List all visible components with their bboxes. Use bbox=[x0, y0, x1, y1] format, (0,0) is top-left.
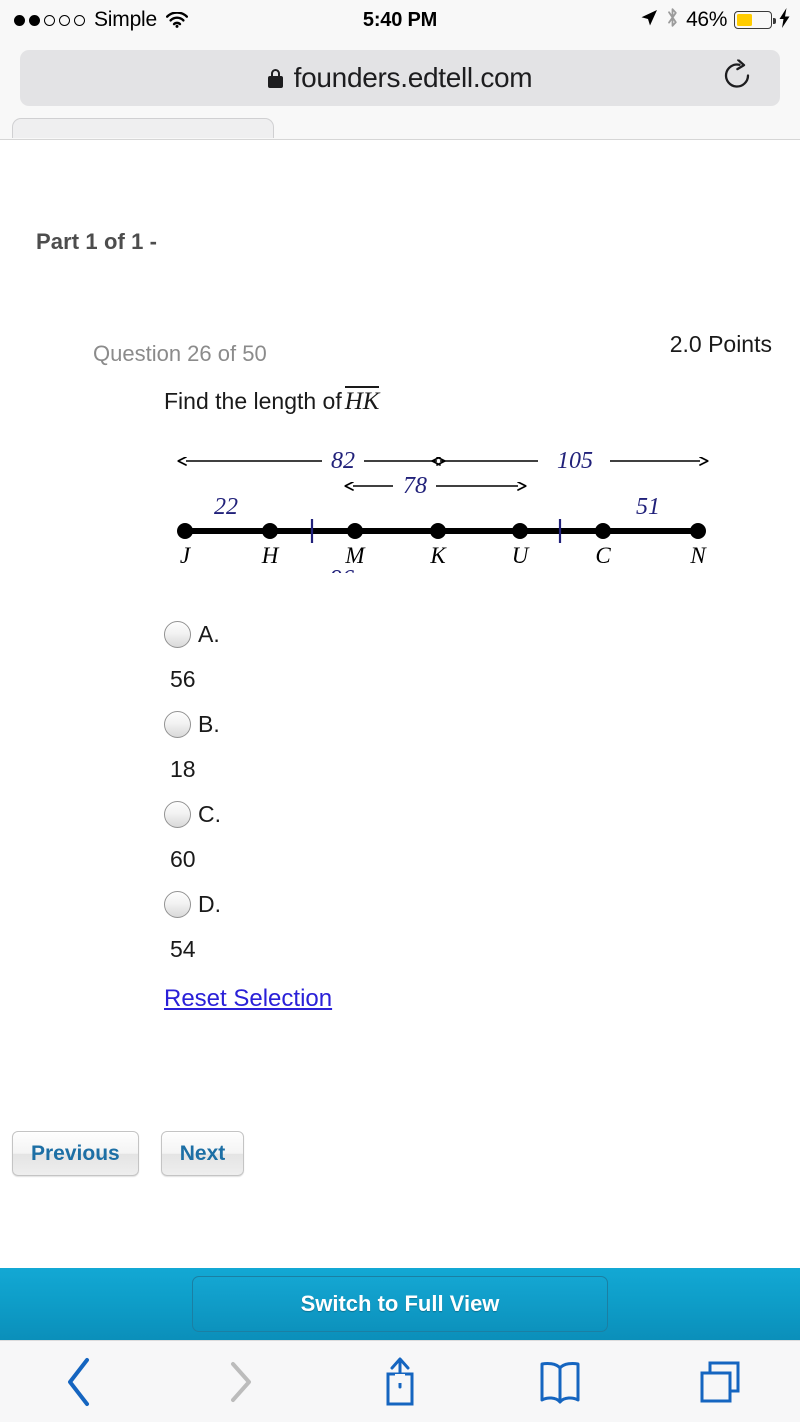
points-label: 2.0 Points bbox=[669, 331, 772, 357]
tab-strip bbox=[0, 118, 800, 140]
radio-option-a[interactable] bbox=[164, 620, 191, 648]
option-b-value: 18 bbox=[170, 756, 196, 782]
status-bar-right: 46% bbox=[639, 7, 790, 33]
lock-icon bbox=[267, 68, 283, 88]
option-b[interactable]: B. 18 bbox=[164, 703, 724, 793]
full-view-bar: Switch to Full View bbox=[0, 1268, 800, 1340]
option-b-letter: B. bbox=[198, 710, 220, 737]
url-bar[interactable]: founders.edtell.com bbox=[20, 50, 780, 106]
radio-option-c[interactable] bbox=[164, 800, 191, 828]
measure-label-105: 105 bbox=[557, 448, 593, 474]
previous-button[interactable]: Previous bbox=[12, 1131, 139, 1176]
share-icon bbox=[386, 1357, 414, 1405]
page-content: Part 1 of 1 - Question 26 of 50 2.0 Poin… bbox=[0, 141, 800, 1282]
bookmarks-button[interactable] bbox=[480, 1341, 640, 1422]
battery-percent: 46% bbox=[686, 8, 727, 31]
svg-text:M: M bbox=[344, 543, 366, 568]
location-arrow-icon bbox=[639, 8, 659, 33]
url-text: founders.edtell.com bbox=[293, 62, 533, 93]
bluetooth-icon bbox=[666, 7, 679, 33]
forward-button[interactable] bbox=[160, 1341, 320, 1422]
share-button[interactable] bbox=[320, 1341, 480, 1422]
browser-toolbar bbox=[0, 1340, 800, 1422]
battery-icon bbox=[734, 11, 776, 29]
switch-to-full-view-button[interactable]: Switch to Full View bbox=[192, 1276, 608, 1332]
measure-label-96: 96 bbox=[330, 566, 354, 573]
question-navigation: Previous Next bbox=[12, 1131, 245, 1176]
next-button[interactable]: Next bbox=[160, 1131, 245, 1176]
url-display[interactable]: founders.edtell.com bbox=[267, 62, 533, 94]
svg-text:U: U bbox=[512, 543, 530, 568]
question-prompt: Find the length of HK bbox=[164, 386, 380, 415]
svg-text:J: J bbox=[180, 543, 192, 568]
svg-text:K: K bbox=[429, 543, 447, 568]
part-label: Part 1 of 1 - bbox=[36, 229, 158, 254]
phone-screen: Simple 5:40 PM 46% founders.edtell.com P… bbox=[0, 0, 800, 1422]
option-a-letter: A. bbox=[198, 620, 220, 647]
browser-tab[interactable] bbox=[12, 118, 274, 138]
back-button[interactable] bbox=[0, 1341, 160, 1422]
lightning-bolt-icon bbox=[779, 7, 790, 33]
reset-selection-link[interactable]: Reset Selection bbox=[164, 985, 332, 1013]
point-labels: J H M K U C N bbox=[180, 543, 707, 568]
radio-option-d[interactable] bbox=[164, 890, 191, 918]
measure-label-78: 78 bbox=[403, 473, 427, 499]
svg-text:H: H bbox=[261, 543, 280, 568]
status-bar: Simple 5:40 PM 46% bbox=[0, 0, 800, 40]
question-number: Question 26 of 50 bbox=[93, 341, 267, 366]
option-d-value: 54 bbox=[170, 936, 196, 962]
radio-option-b[interactable] bbox=[164, 710, 191, 738]
segment-label-22: 22 bbox=[214, 494, 238, 520]
option-a-value: 56 bbox=[170, 666, 196, 692]
number-line-diagram: 82 105 78 22 51 J H M K U C N bbox=[0, 438, 800, 573]
option-d[interactable]: D. 54 bbox=[164, 883, 724, 973]
option-c[interactable]: C. 60 bbox=[164, 793, 724, 883]
reload-icon[interactable] bbox=[722, 58, 752, 97]
svg-text:C: C bbox=[595, 543, 611, 568]
option-c-value: 60 bbox=[170, 846, 196, 872]
option-c-letter: C. bbox=[198, 800, 221, 827]
number-line-svg: 82 105 78 22 51 J H M K U C N bbox=[177, 448, 800, 573]
option-d-letter: D. bbox=[198, 890, 221, 917]
option-a[interactable]: A. 56 bbox=[164, 613, 724, 703]
browser-url-bar-area: founders.edtell.com bbox=[0, 40, 800, 118]
book-icon bbox=[540, 1361, 580, 1403]
question-prompt-text: Find the length of bbox=[164, 388, 342, 414]
segment-notation: HK bbox=[344, 386, 380, 415]
tabs-button[interactable] bbox=[640, 1341, 800, 1422]
chevron-right-icon bbox=[231, 1361, 251, 1402]
chevron-left-icon bbox=[68, 1357, 89, 1406]
tabs-icon bbox=[700, 1361, 740, 1402]
answer-options: A. 56 B. 18 C. 60 D. 54 bbox=[164, 613, 724, 973]
measure-label-82: 82 bbox=[331, 448, 355, 474]
segment-label-51: 51 bbox=[636, 494, 660, 520]
svg-text:N: N bbox=[689, 543, 707, 568]
